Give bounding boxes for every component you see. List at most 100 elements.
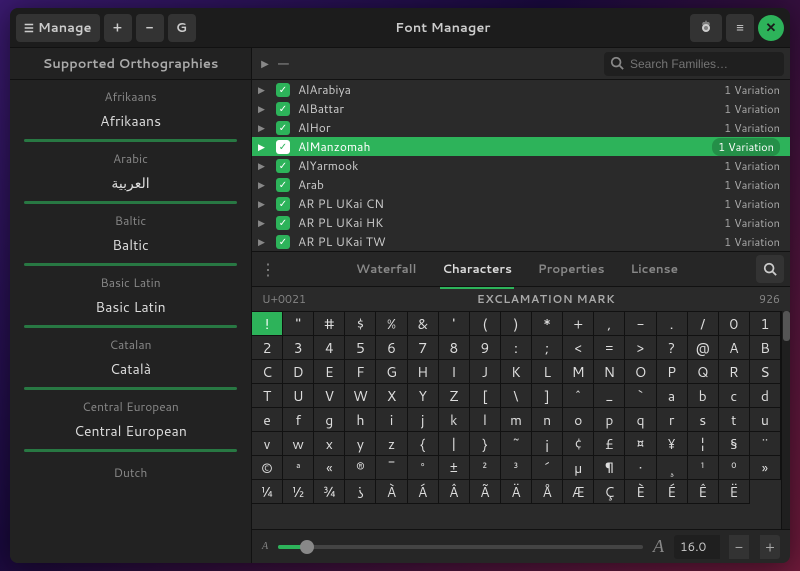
settings-button[interactable]: [690, 14, 722, 42]
enable-checkbox[interactable]: ✓: [276, 121, 290, 135]
glyph-cell[interactable]: 6: [376, 336, 407, 360]
glyph-cell[interactable]: ~: [501, 432, 532, 456]
tab-characters[interactable]: Characters: [440, 250, 514, 289]
glyph-cell[interactable]: L: [532, 360, 563, 384]
expand-arrow-icon[interactable]: ▶: [258, 102, 268, 115]
glyph-cell[interactable]: S: [750, 360, 781, 384]
glyph-cell[interactable]: \: [501, 384, 532, 408]
glyph-cell[interactable]: 1: [750, 312, 781, 336]
glyph-cell[interactable]: ©: [252, 456, 283, 480]
font-family-row[interactable]: ▶✓Arab1 Variation: [252, 175, 790, 194]
glyph-cell[interactable]: ½: [283, 480, 314, 504]
glyph-cell[interactable]: #: [314, 312, 345, 336]
size-decrease-button[interactable]: −: [729, 535, 749, 559]
glyph-cell[interactable]: ·: [625, 456, 656, 480]
glyph-cell[interactable]: {: [408, 432, 439, 456]
enable-checkbox[interactable]: ✓: [276, 83, 290, 97]
glyph-cell[interactable]: N: [594, 360, 625, 384]
glyph-cell[interactable]: 8: [439, 336, 470, 360]
glyph-cell[interactable]: Ê: [688, 480, 719, 504]
font-family-row[interactable]: ▶✓AlManzomah1 Variation: [252, 137, 790, 156]
orthography-item[interactable]: CatalanCatalà: [10, 328, 251, 390]
slider-thumb[interactable]: [300, 540, 314, 554]
glyph-cell[interactable]: h: [345, 408, 376, 432]
glyph-cell[interactable]: 0: [719, 312, 750, 336]
glyph-cell[interactable]: ´: [532, 456, 563, 480]
size-increase-button[interactable]: +: [760, 535, 780, 559]
glyph-cell[interactable]: [: [470, 384, 501, 408]
glyph-cell[interactable]: .: [657, 312, 688, 336]
glyph-cell[interactable]: T: [252, 384, 283, 408]
glyph-cell[interactable]: ³: [501, 456, 532, 480]
glyph-cell[interactable]: &: [408, 312, 439, 336]
glyph-cell[interactable]: À: [376, 480, 407, 504]
enable-checkbox[interactable]: ✓: [276, 235, 290, 249]
glyph-cell[interactable]: 5: [345, 336, 376, 360]
glyph-cell[interactable]: A: [719, 336, 750, 360]
glyph-cell[interactable]: ¼: [252, 480, 283, 504]
glyph-cell[interactable]: d: [750, 384, 781, 408]
glyph-cell[interactable]: }: [470, 432, 501, 456]
glyph-cell[interactable]: P: [657, 360, 688, 384]
glyph-cell[interactable]: K: [501, 360, 532, 384]
glyph-cell[interactable]: e: [252, 408, 283, 432]
glyph-cell[interactable]: O: [625, 360, 656, 384]
glyph-cell[interactable]: º: [719, 456, 750, 480]
glyph-cell[interactable]: ": [283, 312, 314, 336]
orthography-item[interactable]: Basic LatinBasic Latin: [10, 266, 251, 328]
enable-checkbox[interactable]: ✓: [276, 140, 290, 154]
glyph-cell[interactable]: j: [408, 408, 439, 432]
scrollbar-thumb[interactable]: [783, 311, 790, 341]
glyph-cell[interactable]: ¶: [594, 456, 625, 480]
glyph-cell[interactable]: U: [283, 384, 314, 408]
glyph-cell[interactable]: ¹: [688, 456, 719, 480]
glyph-cell[interactable]: p: [594, 408, 625, 432]
menu-button[interactable]: ≡: [726, 14, 754, 42]
enable-checkbox[interactable]: ✓: [276, 159, 290, 173]
enable-checkbox[interactable]: ✓: [276, 102, 290, 116]
expand-arrow-icon[interactable]: ▶: [258, 121, 268, 134]
add-button[interactable]: +: [104, 14, 132, 42]
glyph-cell[interactable]: ¡: [532, 432, 563, 456]
glyph-cell[interactable]: È: [625, 480, 656, 504]
close-button[interactable]: ✕: [758, 15, 784, 41]
orthography-item[interactable]: Arabicالعربية: [10, 142, 251, 204]
glyph-cell[interactable]: q: [625, 408, 656, 432]
glyph-cell[interactable]: =: [594, 336, 625, 360]
glyph-cell[interactable]: «: [314, 456, 345, 480]
glyph-cell[interactable]: i: [376, 408, 407, 432]
glyph-cell[interactable]: ¸: [657, 456, 688, 480]
glyph-cell[interactable]: ^: [563, 384, 594, 408]
expand-arrow-icon[interactable]: ▶: [258, 140, 268, 153]
glyph-cell[interactable]: R: [719, 360, 750, 384]
glyph-cell[interactable]: v: [252, 432, 283, 456]
glyph-cell[interactable]: ¤: [625, 432, 656, 456]
orthography-list[interactable]: AfrikaansAfrikaansArabicالعربيةBalticBal…: [10, 80, 251, 563]
glyph-cell[interactable]: »: [750, 456, 781, 480]
glyph-cell[interactable]: o: [563, 408, 594, 432]
glyph-cell[interactable]: b: [688, 384, 719, 408]
glyph-cell[interactable]: §: [719, 432, 750, 456]
glyph-cell[interactable]: t: [719, 408, 750, 432]
glyph-cell[interactable]: ²: [470, 456, 501, 480]
glyph-cell[interactable]: É: [657, 480, 688, 504]
glyph-cell[interactable]: -: [625, 312, 656, 336]
font-family-row[interactable]: ▶✓AR PL UKai HK1 Variation: [252, 213, 790, 232]
glyph-cell[interactable]: Ë: [719, 480, 750, 504]
glyph-cell[interactable]: ±: [439, 456, 470, 480]
glyph-cell[interactable]: Y: [408, 384, 439, 408]
expand-arrow-icon[interactable]: ▶: [258, 57, 272, 71]
glyph-cell[interactable]: *: [532, 312, 563, 336]
manage-button[interactable]: ☰ Manage: [16, 14, 100, 42]
glyph-cell[interactable]: g: [314, 408, 345, 432]
font-family-row[interactable]: ▶✓AlArabiya1 Variation: [252, 80, 790, 99]
enable-checkbox[interactable]: ✓: [276, 178, 290, 192]
glyph-cell[interactable]: ;: [532, 336, 563, 360]
glyph-cell[interactable]: z: [376, 432, 407, 456]
view-menu-button[interactable]: ⋮: [258, 258, 278, 281]
expand-arrow-icon[interactable]: ▶: [258, 159, 268, 172]
glyph-cell[interactable]: Q: [688, 360, 719, 384]
search-input[interactable]: [604, 52, 784, 76]
glyph-cell[interactable]: V: [314, 384, 345, 408]
glyph-cell[interactable]: |: [439, 432, 470, 456]
